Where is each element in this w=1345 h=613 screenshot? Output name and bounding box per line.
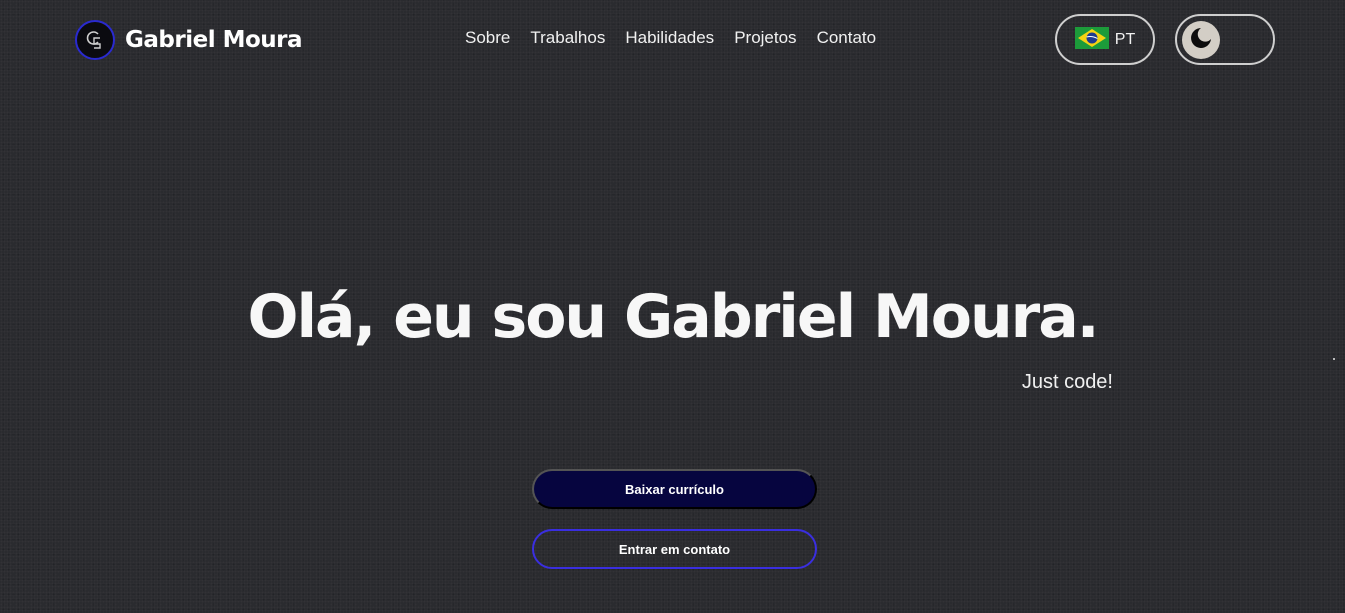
theme-toggle[interactable] [1175,14,1275,65]
logo-name: Gabriel Moura [125,27,303,53]
navbar: Gabriel Moura Sobre Trabalhos Habilidade… [0,0,1345,80]
download-resume-button[interactable]: Baixar currículo [532,469,817,509]
nav-link-habilidades[interactable]: Habilidades [625,28,714,48]
nav-link-projetos[interactable]: Projetos [734,28,796,48]
moon-icon [1189,26,1213,54]
toggle-knob [1182,21,1220,59]
hero-title: Olá, eu sou Gabriel Moura. [247,282,1099,352]
nav-link-sobre[interactable]: Sobre [465,28,510,48]
nav-link-trabalhos[interactable]: Trabalhos [530,28,605,48]
logo-icon [75,20,115,60]
hero-subtitle: Just code! [1021,371,1113,393]
language-button[interactable]: PT [1055,14,1155,65]
contact-button[interactable]: Entrar em contato [532,529,817,569]
main-nav: Sobre Trabalhos Habilidades Projetos Con… [465,28,876,48]
brazil-flag-icon [1074,26,1109,53]
language-code: PT [1114,30,1136,48]
logo-link[interactable]: Gabriel Moura [75,20,303,60]
decorative-dot [1333,358,1335,360]
nav-link-contato[interactable]: Contato [817,28,877,48]
